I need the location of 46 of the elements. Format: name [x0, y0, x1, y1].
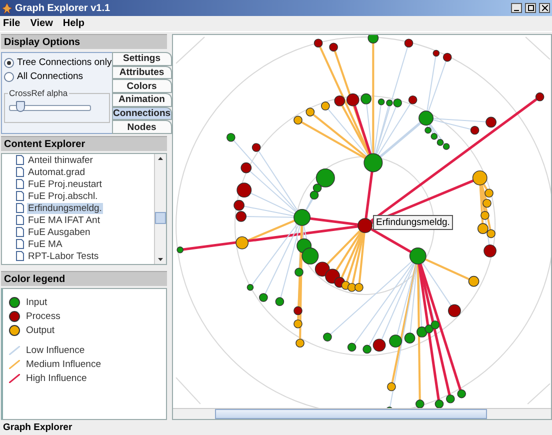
horizontal-scrollbar[interactable] — [173, 408, 551, 419]
radio-button[interactable] — [4, 72, 14, 82]
tab[interactable]: Settings — [112, 52, 172, 66]
radio-label: Tree Connections only — [17, 57, 112, 68]
window-title: Graph Explorer v1.1 — [15, 2, 112, 14]
tree-item[interactable]: Anteil thinwafer — [27, 154, 94, 166]
status-text: Graph Explorer — [3, 422, 72, 433]
radio-button[interactable] — [4, 58, 14, 68]
scrollbar-thumb[interactable] — [155, 212, 166, 224]
legend-label: Low Influence — [26, 345, 85, 356]
node-tooltip: Erfindungsmeldg. — [373, 215, 453, 230]
maximize-icon — [528, 5, 534, 11]
scrollbar-thumb[interactable] — [215, 409, 487, 419]
panel-header: Color legend — [1, 271, 167, 286]
slider-thumb[interactable] — [16, 101, 25, 112]
tab[interactable]: Nodes — [112, 120, 172, 134]
tree-item[interactable]: RPT-Labor Tests — [27, 250, 100, 262]
menu-item[interactable]: File — [3, 18, 20, 29]
tree-item[interactable]: Erfindungsmeldg. — [27, 202, 103, 214]
menu-item[interactable]: View — [30, 18, 53, 29]
legend-label: Input — [26, 297, 48, 308]
tab[interactable]: Animation — [112, 93, 172, 107]
legend-label: Medium Influence — [26, 359, 101, 370]
legend-label: Output — [26, 325, 55, 336]
legend-label: Process — [26, 311, 60, 322]
tree-item[interactable]: FuE Ausgaben — [27, 226, 92, 238]
minimize-button[interactable] — [511, 3, 522, 13]
tree-item[interactable]: FuE MA IFAT Ant — [27, 214, 101, 226]
tree-item[interactable]: Automat.grad — [27, 166, 86, 178]
tab[interactable]: Attributes — [112, 66, 172, 80]
tree-item[interactable]: FuE Proj.neustart — [27, 178, 103, 190]
tab[interactable]: Connections — [112, 106, 172, 120]
tab[interactable]: Colors — [112, 79, 172, 94]
legend-label: High Influence — [26, 373, 87, 384]
tree-item[interactable]: FuE Proj.abschl. — [27, 190, 99, 202]
panel-header: Content Explorer — [1, 136, 167, 151]
app-icon — [2, 2, 12, 14]
slider-label: CrossRef alpha — [8, 88, 69, 98]
radio-label: All Connections — [17, 71, 84, 82]
tree-item[interactable]: FuE MA — [27, 238, 64, 250]
menu-item[interactable]: Help — [62, 18, 85, 29]
close-icon — [542, 5, 548, 11]
panel-header: Display Options — [1, 34, 167, 49]
maximize-button[interactable] — [525, 3, 536, 13]
vertical-scrollbar[interactable] — [154, 154, 166, 264]
close-button[interactable] — [539, 3, 550, 13]
